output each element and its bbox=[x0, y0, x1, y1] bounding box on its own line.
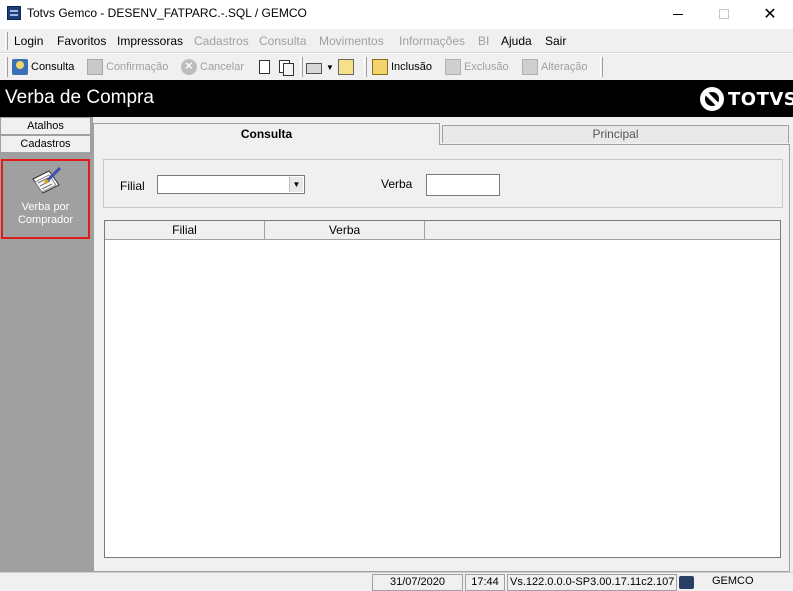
chevron-down-icon: ▼ bbox=[326, 62, 334, 72]
copy-icon bbox=[278, 59, 294, 76]
status-version: Vs.122.0.0.0-SP3.00.17.11c2.107 bbox=[507, 574, 677, 591]
results-grid[interactable]: Filial Verba bbox=[104, 220, 781, 558]
exclusao-button[interactable]: Exclusão bbox=[445, 58, 509, 76]
sidebar-tab-cadastros[interactable]: Cadastros bbox=[0, 135, 91, 153]
toolbar: Consulta Confirmação Cancelar ▼ Inclusão… bbox=[0, 54, 793, 80]
sidebar: Atalhos Cadastros Verba por Comprador bbox=[0, 117, 93, 572]
inclusao-button[interactable]: Inclusão bbox=[372, 58, 432, 76]
window-title: Totvs Gemco - DESENV_FATPARC.-.SQL / GEM… bbox=[27, 6, 307, 20]
consulta-panel: Filial ▼ Verba Filial Verba bbox=[93, 144, 790, 572]
toolbar-separator bbox=[300, 57, 303, 77]
add-icon bbox=[372, 59, 388, 75]
find-icon bbox=[338, 59, 354, 75]
delete-icon bbox=[445, 59, 461, 75]
new-document-icon bbox=[259, 60, 270, 74]
verba-input[interactable] bbox=[426, 174, 500, 196]
status-date: 31/07/2020 bbox=[372, 574, 463, 591]
filial-label: Filial bbox=[120, 179, 145, 193]
cancelar-button[interactable]: Cancelar bbox=[181, 58, 244, 76]
status-user: GEMCO bbox=[712, 575, 754, 587]
minimize-icon bbox=[673, 13, 683, 15]
filial-select[interactable]: ▼ bbox=[157, 175, 305, 194]
maximize-icon bbox=[719, 9, 729, 19]
shortcut-label: Verba por Comprador bbox=[17, 201, 74, 226]
chevron-down-icon[interactable]: ▼ bbox=[289, 177, 303, 192]
menu-impressoras[interactable]: Impressoras bbox=[117, 34, 183, 48]
menu-ajuda[interactable]: Ajuda bbox=[501, 34, 532, 48]
page-title: Verba de Compra bbox=[5, 87, 154, 108]
maximize-button[interactable] bbox=[701, 0, 747, 28]
grid-header: Filial Verba bbox=[105, 221, 780, 240]
totvs-logo-icon bbox=[700, 87, 724, 111]
consulta-icon bbox=[12, 59, 28, 75]
confirmacao-button[interactable]: Confirmação bbox=[87, 58, 168, 76]
cancelar-label: Cancelar bbox=[200, 61, 245, 73]
column-header-verba[interactable]: Verba bbox=[265, 221, 425, 240]
print-button[interactable]: ▼ bbox=[306, 58, 336, 76]
save-icon bbox=[87, 59, 103, 75]
totvs-logo: TOTVS bbox=[700, 86, 793, 112]
toolbar-separator bbox=[364, 57, 367, 77]
menu-sair[interactable]: Sair bbox=[545, 34, 566, 48]
verba-label: Verba bbox=[381, 177, 413, 191]
alteracao-label: Alteração bbox=[541, 61, 588, 73]
new-page-button[interactable] bbox=[259, 58, 273, 76]
logo-text: TOTVS bbox=[728, 88, 793, 110]
column-header-empty bbox=[425, 221, 780, 240]
menu-login[interactable]: Login bbox=[14, 34, 43, 48]
alteracao-button[interactable]: Alteração bbox=[522, 58, 587, 76]
menu-cadastros[interactable]: Cadastros bbox=[194, 34, 249, 48]
menu-consulta[interactable]: Consulta bbox=[259, 34, 306, 48]
status-bar: 31/07/2020 17:44 Vs.122.0.0.0-SP3.00.17.… bbox=[0, 572, 793, 591]
menu-bar: Login Favoritos Impressoras Cadastros Co… bbox=[0, 29, 793, 53]
tab-principal[interactable]: Principal bbox=[442, 125, 789, 143]
find-button[interactable] bbox=[338, 58, 357, 76]
sidebar-tab-atalhos[interactable]: Atalhos bbox=[0, 117, 91, 135]
consulta-label: Consulta bbox=[31, 61, 75, 73]
menu-informacoes[interactable]: Informações bbox=[399, 34, 465, 48]
status-time: 17:44 bbox=[465, 574, 505, 591]
menu-grip bbox=[5, 32, 8, 50]
main-area: Principal Consulta Filial ▼ Verba Filial… bbox=[93, 117, 793, 572]
tab-consulta[interactable]: Consulta bbox=[93, 123, 440, 145]
minimize-button[interactable] bbox=[655, 0, 701, 28]
app-icon bbox=[7, 6, 21, 20]
printer-icon bbox=[306, 63, 322, 74]
consulta-button[interactable]: Consulta bbox=[12, 58, 74, 76]
exclusao-label: Exclusão bbox=[464, 61, 509, 73]
menu-favoritos[interactable]: Favoritos bbox=[57, 34, 106, 48]
inclusao-label: Inclusão bbox=[391, 61, 432, 73]
column-header-filial[interactable]: Filial bbox=[105, 221, 265, 240]
title-bar: Totvs Gemco - DESENV_FATPARC.-.SQL / GEM… bbox=[0, 0, 793, 28]
user-icon bbox=[679, 576, 694, 589]
copy-button[interactable] bbox=[278, 58, 297, 76]
close-button[interactable]: ✕ bbox=[747, 0, 793, 28]
menu-movimentos[interactable]: Movimentos bbox=[319, 34, 384, 48]
module-header: Verba de Compra TOTVS bbox=[0, 80, 793, 117]
shortcut-verba-por-comprador[interactable]: Verba por Comprador bbox=[1, 159, 90, 239]
toolbar-grip bbox=[5, 57, 8, 77]
menu-bi[interactable]: BI bbox=[478, 34, 489, 48]
toolbar-separator bbox=[600, 57, 603, 77]
cancel-icon bbox=[181, 58, 197, 75]
confirmacao-label: Confirmação bbox=[106, 61, 169, 73]
document-pen-icon bbox=[32, 166, 62, 194]
edit-icon bbox=[522, 59, 538, 75]
filter-group: Filial ▼ Verba bbox=[103, 159, 783, 208]
